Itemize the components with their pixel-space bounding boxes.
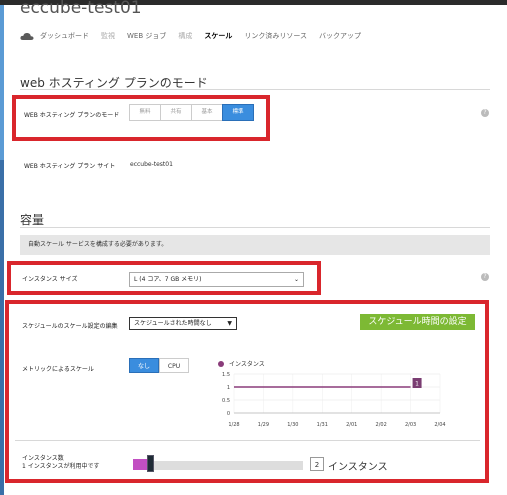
- tab-dashboard[interactable]: ダッシュボード: [40, 31, 89, 41]
- metric-scale-label: メトリックによるスケール: [22, 366, 94, 373]
- instance-size-label: インスタンス サイズ: [22, 276, 78, 283]
- plan-mode-free[interactable]: 無料: [129, 104, 161, 121]
- chevron-down-icon: ⌄: [293, 276, 299, 283]
- chart-x-tick-label: 2/01: [346, 422, 357, 428]
- plan-mode-basic[interactable]: 基本: [191, 104, 223, 121]
- divider: [20, 227, 490, 228]
- instance-count-label: インスタンス数 1 インスタンスが利用中です: [22, 455, 100, 471]
- plan-mode-shared[interactable]: 共有: [160, 104, 192, 121]
- instance-size-value: L (4 コア、7 GB メモリ): [134, 276, 202, 283]
- instance-count-unit: インスタンス: [328, 462, 388, 473]
- instance-count-label-sub: 1 インスタンスが利用中です: [22, 463, 100, 470]
- chart-x-tick-label: 2/02: [376, 422, 387, 428]
- chart-x-tick-label: 1/29: [258, 422, 269, 428]
- tab-bar: ダッシュボード 監視 WEB ジョブ 構成 スケール リンク済みリソース バック…: [20, 30, 373, 42]
- schedule-select[interactable]: スケジュールされた時間なし ▼: [129, 317, 237, 330]
- chart-x-tick-label: 1/30: [287, 422, 298, 428]
- chart-y-tick-label: 0.5: [222, 398, 230, 404]
- left-nav-strip-dark: [0, 160, 4, 495]
- plan-site-value: eccube-test01: [130, 161, 173, 168]
- chart-end-label: 1: [415, 381, 419, 388]
- plan-mode-standard[interactable]: 標準: [222, 104, 254, 121]
- divider: [20, 89, 490, 90]
- tab-backups[interactable]: バックアップ: [319, 31, 361, 41]
- site-title: eccube-test01: [20, 0, 142, 18]
- instance-size-select[interactable]: L (4 コア、7 GB メモリ) ⌄: [129, 272, 304, 287]
- chart-y-tick-label: 1.5: [222, 372, 230, 378]
- help-icon[interactable]: ?: [481, 109, 489, 117]
- chart-x-tick-label: 2/03: [405, 422, 416, 428]
- cloud-icon: [20, 32, 34, 40]
- capacity-section-title: 容量: [20, 213, 45, 227]
- autoscale-notice: 自動スケール サービスを構成する必要があります。: [20, 235, 490, 255]
- instance-chart: 0 0.5 1 1.5 1/28 1/29 1/30 1/31 2/01 2/02 2/03 2/04…: [222, 372, 446, 428]
- tab-webjobs[interactable]: WEB ジョブ: [127, 31, 166, 41]
- schedule-label: スケジュールのスケール設定の編集: [22, 323, 118, 330]
- metric-option-none[interactable]: なし: [129, 358, 159, 373]
- chart-y-tick-label: 1: [227, 385, 230, 391]
- plan-mode-label: WEB ホスティング プランのモード: [24, 112, 120, 119]
- metric-selector: なし CPU: [129, 358, 189, 373]
- chart-x-tick-label: 2/04: [434, 422, 445, 428]
- tab-configure[interactable]: 構成: [178, 31, 192, 41]
- divider: [15, 440, 480, 441]
- instance-count-label-title: インスタンス数: [22, 455, 64, 462]
- instance-count-slider-track[interactable]: [147, 461, 303, 470]
- chart-y-tick-label: 0: [227, 411, 230, 417]
- schedule-value: スケジュールされた時間なし: [134, 320, 212, 327]
- tab-linked-resources[interactable]: リンク済みリソース: [244, 31, 307, 41]
- instance-count-slider-handle[interactable]: [147, 455, 154, 472]
- tab-monitor[interactable]: 監視: [101, 31, 115, 41]
- plan-site-label: WEB ホスティング プラン サイト: [24, 163, 116, 170]
- chart-x-tick-label: 1/31: [317, 422, 328, 428]
- chart-x-tick-label: 1/28: [228, 422, 239, 428]
- plan-mode-selector: 無料 共有 基本 標準: [129, 104, 254, 121]
- chevron-down-icon: ▼: [227, 320, 232, 327]
- schedule-annotation-badge: スケジュール時間の設定: [360, 314, 475, 330]
- tab-scale[interactable]: スケール: [204, 31, 232, 41]
- instance-count-input[interactable]: 2: [310, 457, 324, 471]
- metric-option-cpu[interactable]: CPU: [159, 358, 189, 373]
- help-icon[interactable]: ?: [481, 273, 489, 281]
